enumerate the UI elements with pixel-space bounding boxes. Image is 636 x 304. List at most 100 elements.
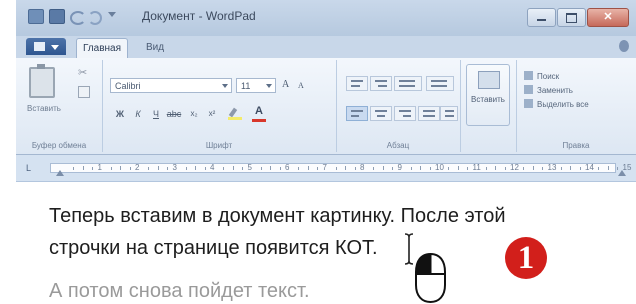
ruler-tick <box>523 167 525 170</box>
ruler-tick <box>195 166 197 170</box>
ruler-tick <box>570 166 572 170</box>
underline-icon[interactable]: Ч <box>148 106 164 122</box>
copy-icon[interactable] <box>78 86 90 98</box>
font-color-swatch <box>252 119 266 122</box>
customize-dropdown-icon[interactable] <box>108 12 116 17</box>
wordpad-app-icon[interactable] <box>28 9 44 24</box>
ruler-number: 11 <box>472 163 481 172</box>
find-button[interactable]: Поиск <box>524 71 559 83</box>
ruler-tick <box>110 167 112 170</box>
ruler-tick <box>420 166 422 170</box>
grow-font-button[interactable]: A <box>282 79 289 90</box>
paragraph-settings-icon[interactable] <box>440 106 458 121</box>
line-glyph <box>351 115 359 117</box>
ruler-tick <box>129 167 131 170</box>
ruler-number: 12 <box>510 163 519 172</box>
subscript-icon[interactable]: x₂ <box>186 106 202 122</box>
document-area[interactable]: Теперь вставим в документ картинку. Посл… <box>0 182 636 304</box>
document-line: А потом снова пойдет текст. <box>49 280 310 302</box>
ruler-number: 13 <box>547 163 557 172</box>
align-left-icon[interactable] <box>346 106 368 121</box>
line-spacing-icon[interactable] <box>426 76 454 91</box>
insert-picture-button[interactable]: Вставить <box>466 64 510 126</box>
ruler-tick <box>382 166 384 170</box>
ruler-tick <box>242 167 244 170</box>
ruler-tick <box>457 166 459 170</box>
tab-view[interactable]: Вид <box>138 38 172 58</box>
font-size-select[interactable]: 11 <box>236 78 276 93</box>
line-glyph <box>445 110 454 112</box>
ruler-tick <box>167 167 169 170</box>
scissors-icon[interactable]: ✂ <box>78 68 90 79</box>
ruler-tick <box>157 166 159 170</box>
document-icon <box>34 42 45 51</box>
tab-stop-selector[interactable]: L <box>26 162 38 174</box>
right-indent-marker[interactable] <box>618 170 626 176</box>
paste-label: Вставить <box>27 104 61 113</box>
align-center-icon[interactable] <box>370 106 392 121</box>
chevron-down-icon <box>222 84 228 88</box>
ruler-tick <box>410 167 412 170</box>
ruler-number: 9 <box>397 163 402 172</box>
ruler-tick <box>448 167 450 170</box>
superscript-icon[interactable]: x² <box>204 106 220 122</box>
clipboard-icon <box>29 64 55 98</box>
tab-home[interactable]: Главная <box>76 38 128 59</box>
highlight-color-icon[interactable] <box>228 107 244 120</box>
insert-group: Вставить <box>460 60 517 152</box>
replace-icon <box>524 85 533 94</box>
file-menu-button[interactable] <box>26 38 66 55</box>
window-title: Документ - WordPad <box>142 9 256 23</box>
ruler-tick <box>598 167 600 170</box>
decrease-indent-icon[interactable] <box>346 76 368 91</box>
shrink-font-button[interactable]: A <box>298 81 304 90</box>
select-all-button[interactable]: Выделить все <box>524 99 589 111</box>
ruler-tick <box>579 167 581 170</box>
undo-icon[interactable] <box>70 11 86 25</box>
document-line: Теперь вставим в документ картинку. Посл… <box>49 205 506 227</box>
ruler[interactable]: L 1 2 3 4 5 6 7 8 9 10 11 12 13 14 15 <box>16 155 636 182</box>
ruler-tick <box>373 167 375 170</box>
font-color-glyph: A <box>255 105 263 117</box>
minimize-button[interactable] <box>527 8 556 27</box>
clipboard-group: Вставить ✂ Буфер обмена <box>16 60 103 152</box>
editing-group: Поиск Заменить Выделить все Правка <box>516 60 636 152</box>
line-glyph <box>351 110 363 112</box>
left-indent-marker[interactable] <box>56 170 64 176</box>
font-family-select[interactable]: Calibri <box>110 78 232 93</box>
align-right-icon[interactable] <box>394 106 416 121</box>
line-glyph <box>431 85 447 87</box>
ruler-tick <box>73 167 75 170</box>
save-icon[interactable] <box>49 9 65 24</box>
group-label-editing: Правка <box>562 141 590 150</box>
line-glyph <box>399 80 415 82</box>
line-glyph <box>423 115 435 117</box>
close-button[interactable] <box>587 8 629 27</box>
maximize-button[interactable] <box>557 8 586 27</box>
chevron-down-icon <box>266 84 272 88</box>
ruler-tick <box>542 167 544 170</box>
title-bar: Документ - WordPad <box>16 0 636 36</box>
strikethrough-icon[interactable]: abc <box>166 106 182 122</box>
ruler-tick <box>607 166 609 170</box>
help-icon[interactable] <box>619 40 629 52</box>
ruler-tick <box>317 167 319 170</box>
italic-icon[interactable]: К <box>130 106 146 122</box>
font-color-button[interactable]: A <box>250 105 268 122</box>
ruler-tick <box>307 166 309 170</box>
ruler-number: 14 <box>585 163 594 172</box>
paste-button[interactable]: Вставить <box>24 64 61 124</box>
replace-button[interactable]: Заменить <box>524 85 573 97</box>
step-number-badge: 1 <box>505 237 547 279</box>
ruler-tick <box>298 167 300 170</box>
ruler-number: 2 <box>135 163 140 172</box>
ruler-tick <box>485 167 487 170</box>
bold-icon[interactable]: Ж <box>112 106 128 122</box>
replace-label: Заменить <box>537 86 573 95</box>
redo-icon[interactable] <box>88 11 102 25</box>
ruler-tick <box>495 166 497 170</box>
ruler-tick <box>223 167 225 170</box>
increase-indent-icon[interactable] <box>370 76 392 91</box>
bullet-list-icon[interactable] <box>394 76 422 91</box>
align-justify-icon[interactable] <box>418 106 440 121</box>
